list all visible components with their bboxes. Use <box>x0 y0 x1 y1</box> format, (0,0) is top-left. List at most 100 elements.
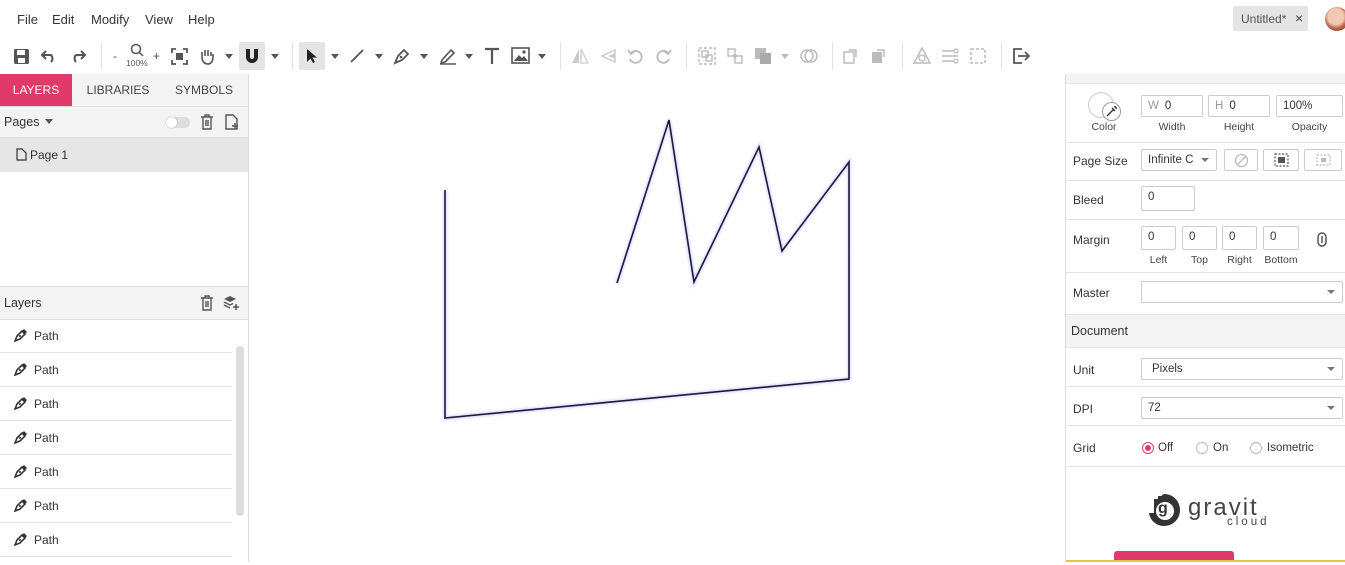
menu-view[interactable]: View <box>145 12 173 27</box>
chevron-down-icon <box>1327 290 1335 294</box>
flip-vertical-icon[interactable] <box>600 48 618 64</box>
tab-libraries[interactable]: LIBRARIES <box>82 74 154 106</box>
layer-row[interactable]: Path <box>0 353 232 387</box>
path-ops-icon[interactable] <box>941 47 959 65</box>
redo-icon[interactable] <box>69 49 87 63</box>
artboard-button[interactable] <box>1304 149 1342 171</box>
height-input[interactable]: H0 <box>1208 95 1270 117</box>
hand-icon[interactable] <box>198 47 216 65</box>
layer-row[interactable]: Path <box>0 523 232 557</box>
toolbar-separator <box>686 42 687 70</box>
tab-symbols[interactable]: SYMBOLS <box>168 74 240 106</box>
document-tab[interactable]: Untitled* × <box>1233 6 1308 31</box>
menu-file[interactable]: File <box>17 12 38 27</box>
orientation-button[interactable] <box>1224 149 1258 171</box>
chevron-down-icon[interactable] <box>271 54 279 59</box>
snap-magnet-button[interactable] <box>239 42 265 70</box>
text-tool-icon[interactable] <box>484 47 500 65</box>
unit-label: Unit <box>1073 363 1095 377</box>
width-input[interactable]: W0 <box>1141 95 1203 117</box>
drawing-svg <box>443 119 851 421</box>
arrange-icon[interactable] <box>754 47 773 65</box>
chevron-down-icon[interactable] <box>420 54 428 59</box>
clip-content-button[interactable] <box>1263 149 1299 171</box>
margin-left-input[interactable]: 0 <box>1141 226 1176 250</box>
pencil-tool-icon[interactable] <box>439 47 457 65</box>
layer-row[interactable]: Path <box>0 455 232 489</box>
export-icon[interactable] <box>1012 47 1031 65</box>
scrollbar[interactable] <box>236 346 244 516</box>
tab-layers[interactable]: LAYERS <box>0 74 72 106</box>
line-tool-icon[interactable] <box>349 48 365 64</box>
chevron-down-icon[interactable] <box>538 54 546 59</box>
boolean-icon[interactable] <box>800 47 818 65</box>
height-prefix: H <box>1215 100 1224 112</box>
save-icon[interactable] <box>13 48 31 65</box>
dpi-value: 72 <box>1148 402 1161 414</box>
path-shape[interactable] <box>444 119 850 419</box>
chevron-down-icon[interactable] <box>781 54 789 59</box>
undo-icon[interactable] <box>40 49 58 63</box>
chevron-down-icon[interactable] <box>375 54 383 59</box>
pen-tool-icon[interactable] <box>393 47 411 65</box>
toolbar-separator <box>560 42 561 70</box>
ungroup-icon[interactable] <box>726 47 744 65</box>
unit-value: Pixels <box>1152 363 1183 375</box>
add-page-icon[interactable] <box>225 114 240 130</box>
rotate-left-icon[interactable] <box>627 48 644 65</box>
shape-icon[interactable] <box>913 47 931 65</box>
margin-bottom-input[interactable]: 0 <box>1263 226 1299 250</box>
bring-forward-icon[interactable] <box>842 47 859 65</box>
chevron-down-icon[interactable] <box>331 54 339 59</box>
image-tool-icon[interactable] <box>511 47 530 64</box>
close-icon[interactable]: × <box>1295 10 1303 26</box>
bleed-input[interactable]: 0 <box>1141 186 1195 211</box>
page-size-select[interactable]: Infinite C <box>1141 149 1217 171</box>
grid-on-radio[interactable] <box>1196 442 1208 454</box>
unit-row: Unit Pixels <box>1066 348 1345 387</box>
add-layer-icon[interactable] <box>223 295 240 311</box>
menu-edit[interactable]: Edit <box>52 12 74 27</box>
rotate-right-icon[interactable] <box>655 48 672 65</box>
height-label: Height <box>1223 121 1255 133</box>
dpi-label: DPI <box>1073 402 1094 416</box>
page-item[interactable]: Page 1 <box>0 138 248 172</box>
zoom-in-button[interactable]: + <box>153 49 160 63</box>
layer-row[interactable]: Path <box>0 421 232 455</box>
chevron-down-icon[interactable] <box>225 54 233 59</box>
canvas[interactable] <box>249 74 1065 562</box>
chevron-down-icon[interactable] <box>465 54 473 59</box>
margin-label: Margin <box>1073 233 1110 247</box>
pages-toggle[interactable] <box>166 117 190 128</box>
unit-select[interactable]: Pixels <box>1141 358 1343 380</box>
dpi-select[interactable]: 72 <box>1141 397 1343 419</box>
grid-isometric-radio[interactable] <box>1250 442 1262 454</box>
menu-help[interactable]: Help <box>188 12 215 27</box>
layer-label: Path <box>34 499 59 513</box>
width-value: 0 <box>1164 100 1172 112</box>
chevron-down-icon[interactable] <box>45 119 53 124</box>
fit-screen-icon[interactable] <box>171 48 188 65</box>
margin-top-input[interactable]: 0 <box>1182 226 1217 250</box>
flip-horizontal-icon[interactable] <box>571 48 589 64</box>
opacity-input[interactable]: 100% <box>1276 95 1343 117</box>
avatar[interactable] <box>1325 7 1345 31</box>
margin-right-input[interactable]: 0 <box>1222 226 1257 250</box>
link-icon[interactable] <box>1316 232 1328 247</box>
grid-off-radio[interactable] <box>1142 442 1154 454</box>
layer-row[interactable]: Path <box>0 319 232 353</box>
pages-dropdown[interactable]: Pages <box>4 115 39 129</box>
layer-row[interactable]: Path <box>0 387 232 421</box>
layer-row[interactable]: Path <box>0 489 232 523</box>
menu-modify[interactable]: Modify <box>91 12 129 27</box>
eyedropper-button[interactable] <box>1102 102 1121 121</box>
trash-icon[interactable] <box>200 295 214 311</box>
mask-icon[interactable] <box>969 47 987 65</box>
pointer-tool-button[interactable] <box>299 42 325 70</box>
send-backward-icon[interactable] <box>870 47 887 65</box>
zoom-out-button[interactable]: - <box>113 49 117 63</box>
zoom-icon[interactable] <box>130 43 144 57</box>
trash-icon[interactable] <box>200 114 214 130</box>
master-select[interactable] <box>1141 281 1343 303</box>
group-icon[interactable] <box>698 47 716 65</box>
